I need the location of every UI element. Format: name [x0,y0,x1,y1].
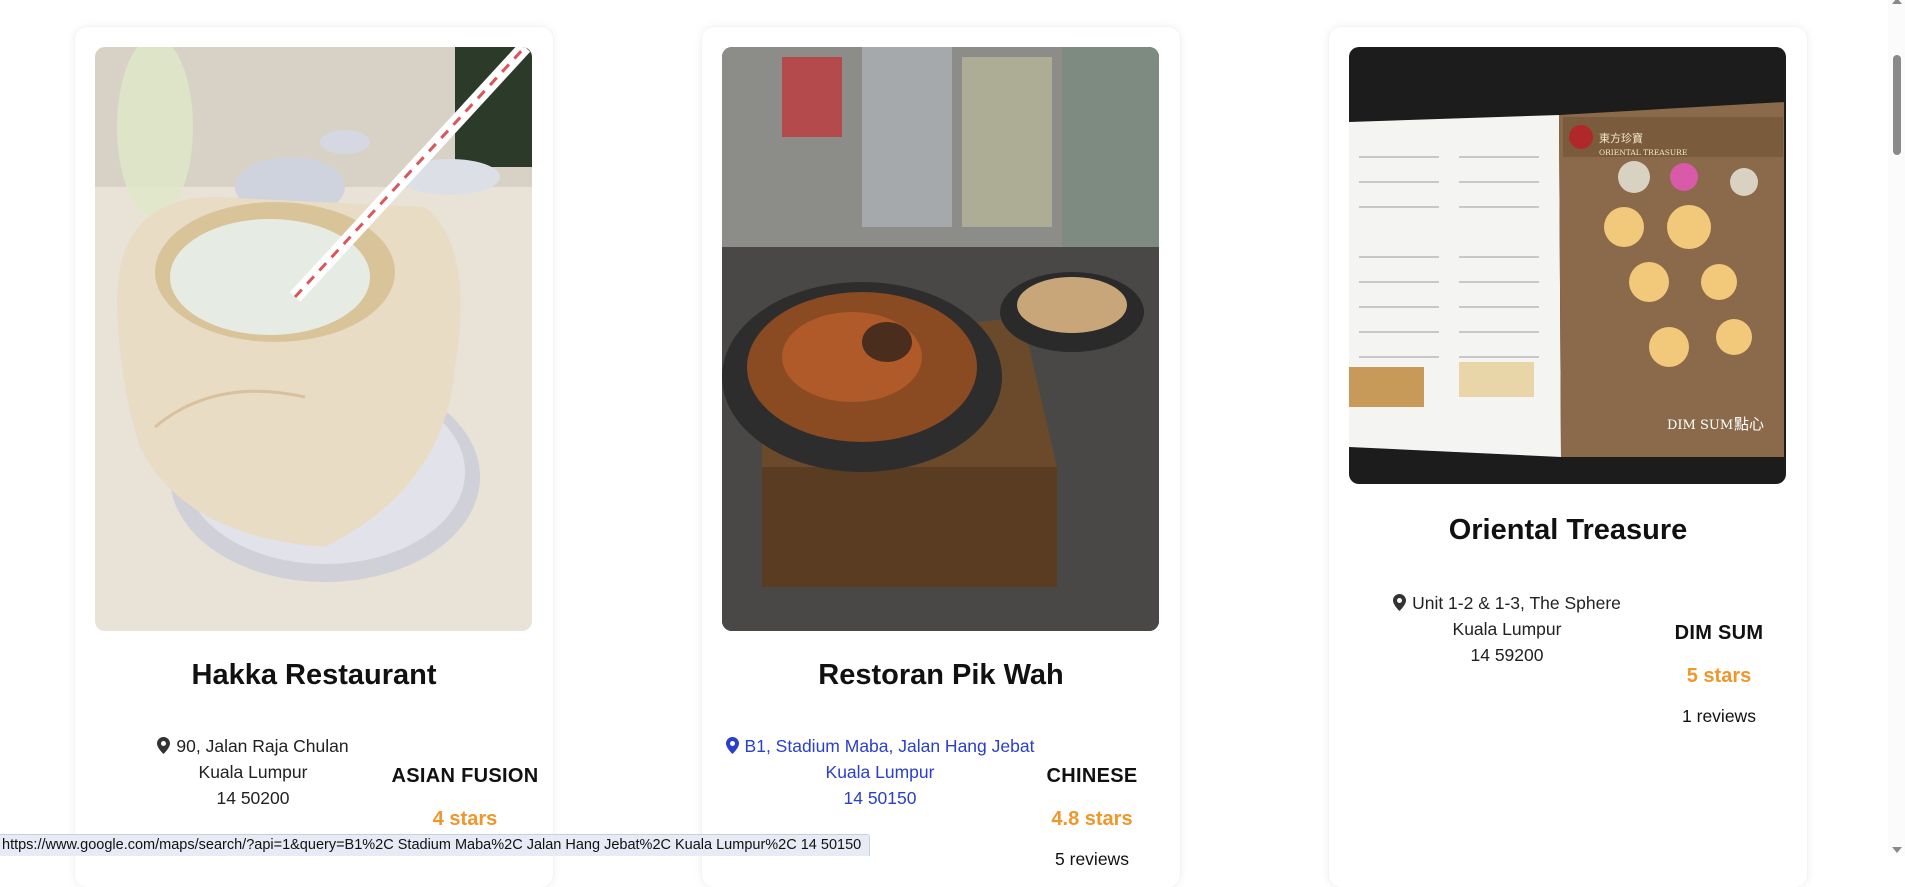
address-line2: Kuala Lumpur [825,762,935,782]
address-line1: 90, Jalan Raja Chulan [176,736,349,756]
dim-sum-menu-photo: 東方珍寶 ORIENTAL TREASURE DIM SUM 點心 [1349,47,1786,484]
address-link[interactable]: B1, Stadium Maba, Jalan Hang Jebat Kuala… [720,733,1040,811]
menu-footer-en: DIM SUM [1667,418,1733,433]
coconut-drink-photo [95,47,532,631]
scroll-down-icon[interactable] [1892,847,1902,853]
restaurant-meta: CHINESE 4.8 stars 5 reviews [1002,765,1182,870]
address-line1: B1, Stadium Maba, Jalan Hang Jebat [744,736,1035,756]
menu-footer-cn: 點心 [1734,415,1764,433]
star-rating: 5 stars [1686,665,1752,687]
claypot-noodles-photo [722,47,1159,631]
address-line3: 14 50200 [216,788,290,808]
map-pin-icon [725,737,739,754]
cuisine-label: ASIAN FUSION [391,765,539,787]
review-count: 1 reviews [1682,706,1756,726]
page-scrollbar[interactable] [1888,0,1905,856]
restaurant-card-hakka: Hakka Restaurant 90, Jalan Raja Chulan K… [75,27,553,887]
menu-brand-en: ORIENTAL TREASURE [1599,148,1687,157]
restaurant-meta: DIM SUM 5 stars 1 reviews [1629,622,1809,727]
restaurant-name: Restoran Pik Wah [818,659,1064,691]
scroll-up-icon[interactable] [1892,0,1902,4]
restaurant-card-oriental-treasure: 東方珍寶 ORIENTAL TREASURE DIM SUM 點心 Orient… [1329,27,1807,887]
address-line1: Unit 1-2 & 1-3, The Sphere [1412,593,1621,613]
address-line3: 14 50150 [843,788,917,808]
restaurant-card-pik-wah: Restoran Pik Wah B1, Stadium Maba, Jalan… [702,27,1180,887]
cuisine-label: CHINESE [1046,765,1138,787]
status-bar-url: https://www.google.com/maps/search/?api=… [0,834,871,856]
restaurant-name: Hakka Restaurant [191,659,437,691]
address-link[interactable]: Unit 1-2 & 1-3, The Sphere Kuala Lumpur … [1347,590,1667,668]
menu-brand-cn: 東方珍寶 [1599,131,1643,145]
address-link[interactable]: 90, Jalan Raja Chulan Kuala Lumpur 14 50… [93,733,413,811]
address-line2: Kuala Lumpur [198,762,308,782]
address-line3: 14 59200 [1470,645,1544,665]
star-rating: 4.8 stars [1051,808,1133,830]
address-line2: Kuala Lumpur [1452,619,1562,639]
cuisine-label: DIM SUM [1674,622,1764,644]
scroll-thumb[interactable] [1893,55,1901,155]
map-pin-icon [1393,594,1407,611]
map-pin-icon [157,737,171,754]
review-count: 5 reviews [1055,849,1129,869]
restaurant-name: Oriental Treasure [1448,514,1688,546]
star-rating: 4 stars [432,808,498,830]
